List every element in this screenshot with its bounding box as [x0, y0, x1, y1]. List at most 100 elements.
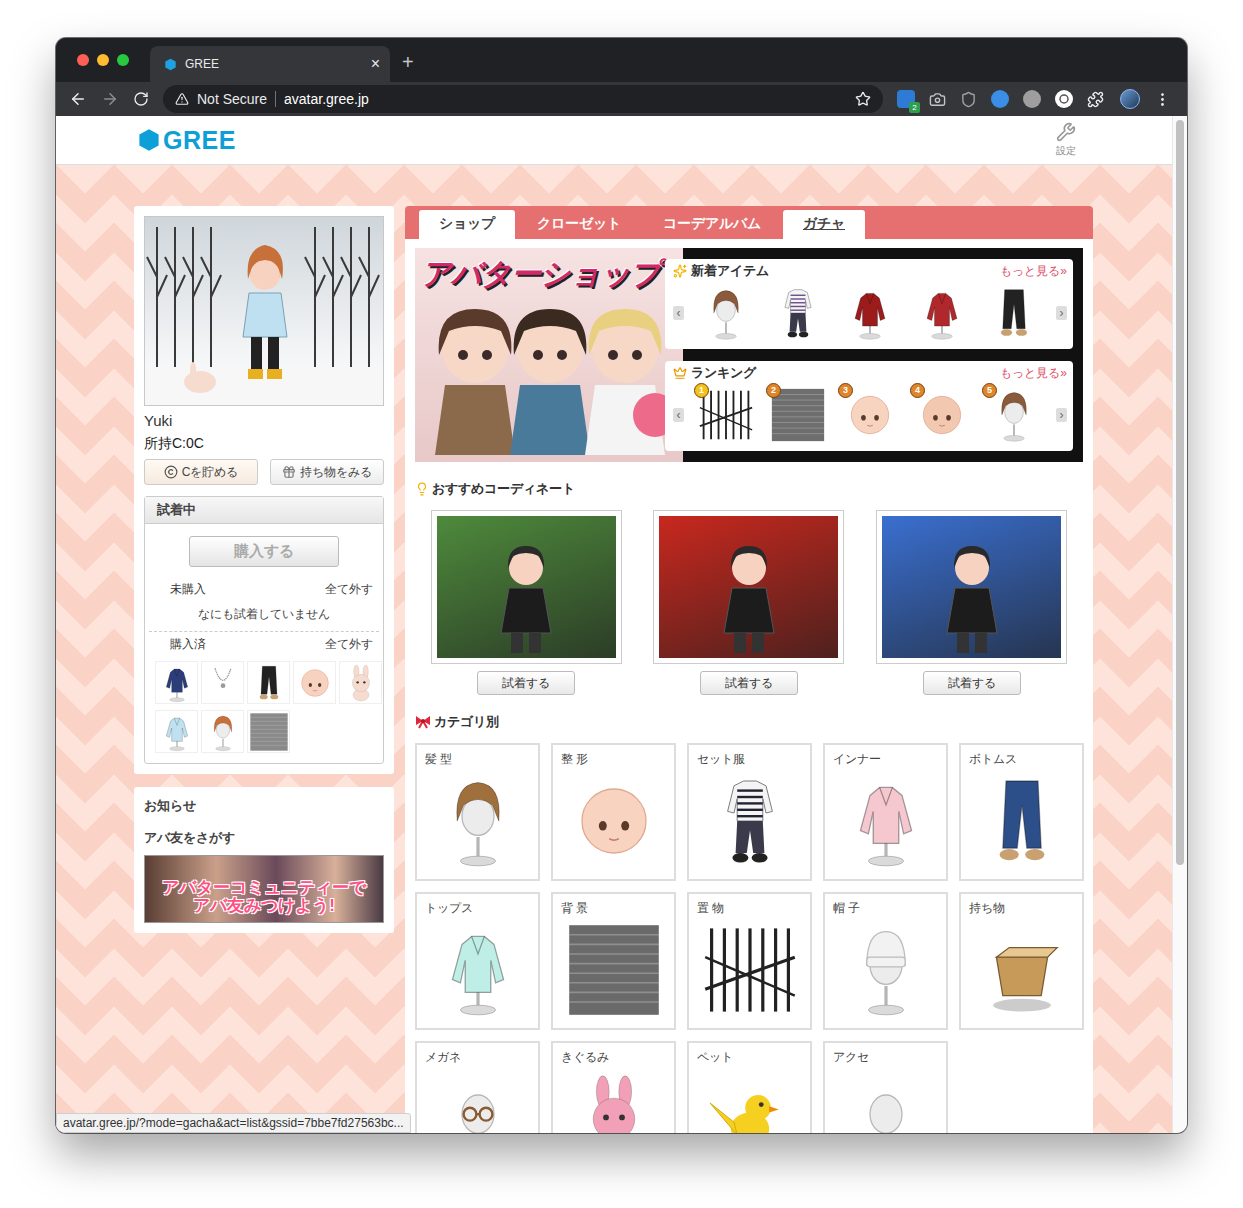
category-tile[interactable]: 置 物 — [687, 892, 812, 1030]
category-tile[interactable]: 帽 子 — [823, 892, 948, 1030]
profile-avatar[interactable] — [1120, 89, 1140, 109]
purchased-item[interactable] — [293, 661, 336, 704]
purchased-item[interactable] — [155, 710, 198, 753]
carousel-item[interactable] — [912, 283, 972, 343]
reload-icon[interactable] — [133, 91, 149, 107]
browser-tab[interactable]: GREE× — [150, 46, 390, 82]
category-picture — [833, 1066, 938, 1133]
shop-panels: 新着アイテムもっと見る»‹›ランキングもっと見る»‹12345› — [665, 248, 1083, 462]
clear-link[interactable]: 全て外す — [325, 581, 373, 598]
circle-extension-icon[interactable] — [991, 90, 1009, 108]
category-tile[interactable]: ペット — [687, 1041, 812, 1133]
category-tile[interactable]: メガネ — [415, 1041, 540, 1133]
carousel-item[interactable] — [696, 283, 756, 343]
purchased-item[interactable] — [247, 661, 290, 704]
carousel-item[interactable]: 3 — [840, 385, 900, 445]
next-button[interactable]: › — [1056, 408, 1067, 422]
carousel-items — [690, 283, 1050, 343]
gree-hexagon-icon — [164, 58, 177, 71]
prev-button[interactable]: ‹ — [673, 408, 684, 422]
main-tab[interactable]: ガチャ — [783, 210, 865, 239]
purchased-item[interactable] — [247, 710, 290, 753]
notice-card: お知らせアバ友をさがすアバターコミュニティーでアバ友みつけよう! — [134, 787, 394, 933]
traffic-light[interactable] — [77, 54, 89, 66]
more-link[interactable]: もっと見る» — [1000, 365, 1067, 382]
category-picture — [425, 768, 530, 873]
content-columns: Yuki所持C:0CCを貯める持ち物をみる試着中購入する未購入全て外すなにも試着… — [134, 206, 1094, 1133]
puzzle-icon[interactable] — [1087, 91, 1104, 108]
costume-item-icon — [341, 663, 381, 703]
scrollbar-thumb[interactable] — [1176, 120, 1184, 865]
purchased-item[interactable] — [339, 661, 382, 704]
carousel-item[interactable]: 5 — [984, 385, 1044, 445]
coordinate-picture — [882, 516, 1061, 658]
category-label: 背 景 — [561, 900, 666, 917]
category-tile[interactable]: セット服 — [687, 743, 812, 881]
purchase-button[interactable]: 購入する — [189, 536, 339, 567]
head-item-icon — [295, 663, 335, 703]
pin-extension-icon[interactable] — [1055, 90, 1073, 108]
purchased-item[interactable] — [201, 710, 244, 753]
main-tab[interactable]: コーデアルバム — [643, 210, 781, 239]
address-divider — [275, 91, 276, 107]
camera-icon[interactable] — [929, 91, 946, 108]
category-tile[interactable]: 持ち物 — [959, 892, 1084, 1030]
separator — [149, 631, 379, 632]
category-tile[interactable]: 髪 型 — [415, 743, 540, 881]
carousel-item[interactable] — [768, 283, 828, 343]
lightbulb-icon — [415, 482, 429, 496]
category-label: 整 形 — [561, 751, 666, 768]
coordinate-frame[interactable] — [431, 510, 622, 664]
try-on-button[interactable]: 試着する — [700, 671, 798, 695]
back-arrow-icon[interactable] — [69, 90, 87, 108]
purchased-item[interactable] — [155, 661, 198, 704]
square-extension-icon[interactable]: 2 — [897, 90, 915, 108]
address-bar[interactable]: Not Secureavatar.gree.jp — [163, 85, 883, 113]
friend-search-link[interactable]: アバ友をさがす — [144, 829, 384, 847]
carousel-item[interactable] — [840, 283, 900, 343]
carousel-item[interactable]: 2 — [768, 385, 828, 445]
gree-logo[interactable]: GREE — [137, 126, 236, 155]
carousel-items: 12345 — [690, 385, 1050, 445]
bag-button[interactable]: 持ち物をみる — [270, 459, 384, 485]
carousel-item[interactable]: 1 — [696, 385, 756, 445]
coordinate-frame[interactable] — [876, 510, 1067, 664]
more-link[interactable]: もっと見る» — [1000, 263, 1067, 280]
prev-button[interactable]: ‹ — [673, 306, 684, 320]
shield-extension-icon[interactable] — [960, 91, 977, 108]
carousel-item[interactable] — [984, 283, 1044, 343]
main-tab[interactable]: ショップ — [419, 210, 515, 239]
head-item-icon — [566, 773, 662, 869]
tab-close-button[interactable]: × — [371, 56, 380, 72]
category-grid: 髪 型 整 形 セット服インナーボトムストップス 背 景 置 物帽 子 持ち物メガネきぐる… — [415, 743, 1083, 1133]
traffic-light[interactable] — [117, 54, 129, 66]
category-tile[interactable]: 背 景 — [551, 892, 676, 1030]
category-tile[interactable]: 整 形 — [551, 743, 676, 881]
carousel-item[interactable]: 4 — [912, 385, 972, 445]
scrollbar[interactable] — [1172, 116, 1187, 1133]
try-on-button[interactable]: 試着する — [477, 671, 575, 695]
category-tile[interactable]: きぐるみ — [551, 1041, 676, 1133]
next-button[interactable]: › — [1056, 306, 1067, 320]
try-on-button[interactable]: 試着する — [923, 671, 1021, 695]
category-label: 持ち物 — [969, 900, 1074, 917]
new-tab-button[interactable]: + — [402, 52, 414, 72]
coin-button[interactable]: Cを貯める — [144, 459, 258, 485]
purchased-item[interactable] — [201, 661, 244, 704]
main-tab[interactable]: クローゼット — [517, 210, 641, 239]
coordinate-frame[interactable] — [653, 510, 844, 664]
community-banner[interactable]: アバターコミュニティーでアバ友みつけよう! — [144, 855, 384, 923]
category-tile[interactable]: アクセ — [823, 1041, 948, 1133]
category-tile[interactable]: トップス — [415, 892, 540, 1030]
category-tile[interactable]: ボトムス — [959, 743, 1084, 881]
clear-link[interactable]: 全て外す — [325, 636, 373, 653]
star-icon[interactable] — [855, 91, 871, 107]
forward-arrow-icon[interactable] — [101, 90, 119, 108]
category-tile[interactable]: インナー — [823, 743, 948, 881]
category-picture — [969, 768, 1074, 873]
bag-icon — [282, 465, 296, 479]
traffic-light[interactable] — [97, 54, 109, 66]
circle-extension-icon[interactable] — [1023, 90, 1041, 108]
menu-dots-icon[interactable] — [1154, 91, 1171, 108]
settings-link[interactable]: 設定 — [1056, 122, 1076, 158]
